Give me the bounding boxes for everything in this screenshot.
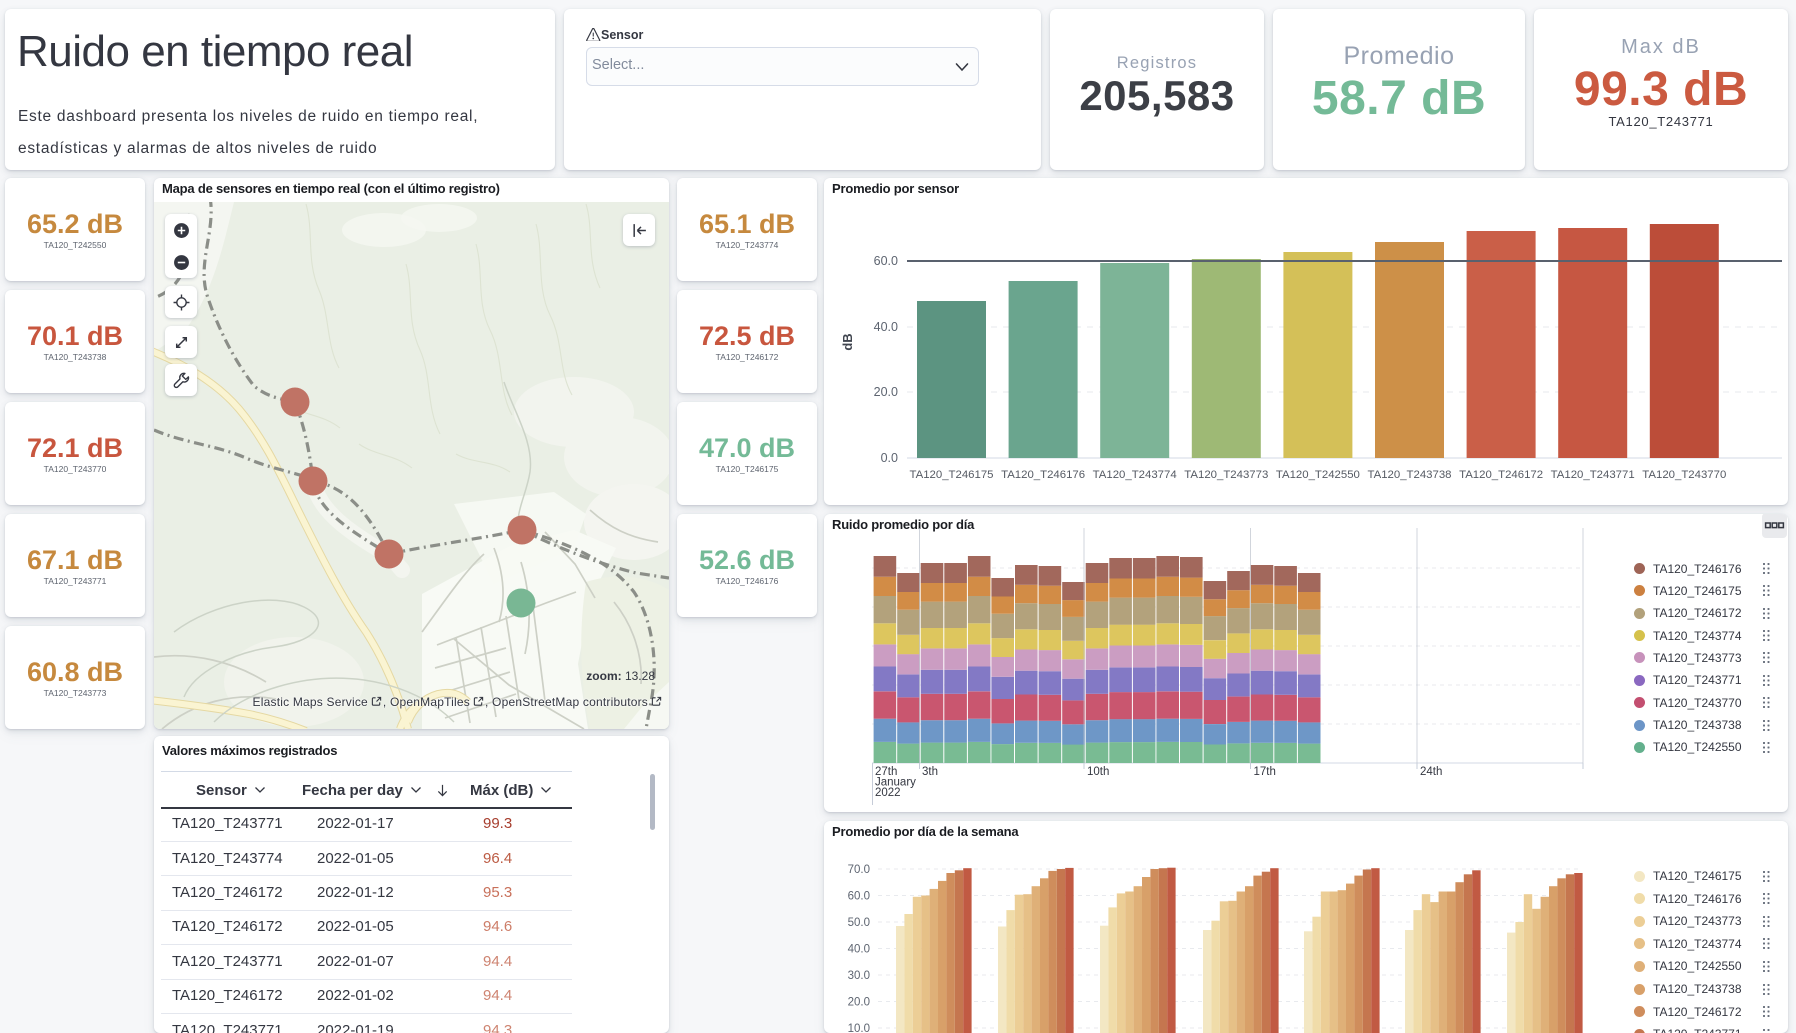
svg-text:TA120_T242550: TA120_T242550 xyxy=(1276,469,1360,481)
svg-text:TA120_T243738: TA120_T243738 xyxy=(1367,469,1451,481)
svg-text:30.0: 30.0 xyxy=(848,970,870,982)
svg-text:TA120_T243771: TA120_T243771 xyxy=(1551,469,1635,481)
svg-text:24th: 24th xyxy=(1420,766,1442,778)
svg-text:TA120_T243770: TA120_T243770 xyxy=(1642,469,1726,481)
svg-text:60.0: 60.0 xyxy=(848,891,870,903)
svg-text:10th: 10th xyxy=(1087,766,1109,778)
svg-text:2022: 2022 xyxy=(875,787,901,799)
svg-text:20.0: 20.0 xyxy=(874,385,898,399)
svg-text:TA120_T246175: TA120_T246175 xyxy=(909,469,993,481)
svg-text:40.0: 40.0 xyxy=(848,944,870,956)
svg-text:dB: dB xyxy=(840,333,855,350)
svg-text:17th: 17th xyxy=(1254,766,1276,778)
svg-text:20.0: 20.0 xyxy=(848,997,870,1009)
svg-text:70.0: 70.0 xyxy=(848,864,870,876)
svg-text:TA120_T246172: TA120_T246172 xyxy=(1459,469,1543,481)
svg-text:TA120_T243774: TA120_T243774 xyxy=(1093,469,1177,481)
svg-text:0.0: 0.0 xyxy=(881,451,898,465)
svg-text:TA120_T246176: TA120_T246176 xyxy=(1001,469,1085,481)
svg-text:60.0: 60.0 xyxy=(874,254,898,268)
svg-text:TA120_T243773: TA120_T243773 xyxy=(1184,469,1268,481)
svg-text:50.0: 50.0 xyxy=(848,917,870,929)
svg-text:3th: 3th xyxy=(922,766,938,778)
svg-text:40.0: 40.0 xyxy=(874,320,898,334)
svg-text:10.0: 10.0 xyxy=(848,1023,870,1033)
